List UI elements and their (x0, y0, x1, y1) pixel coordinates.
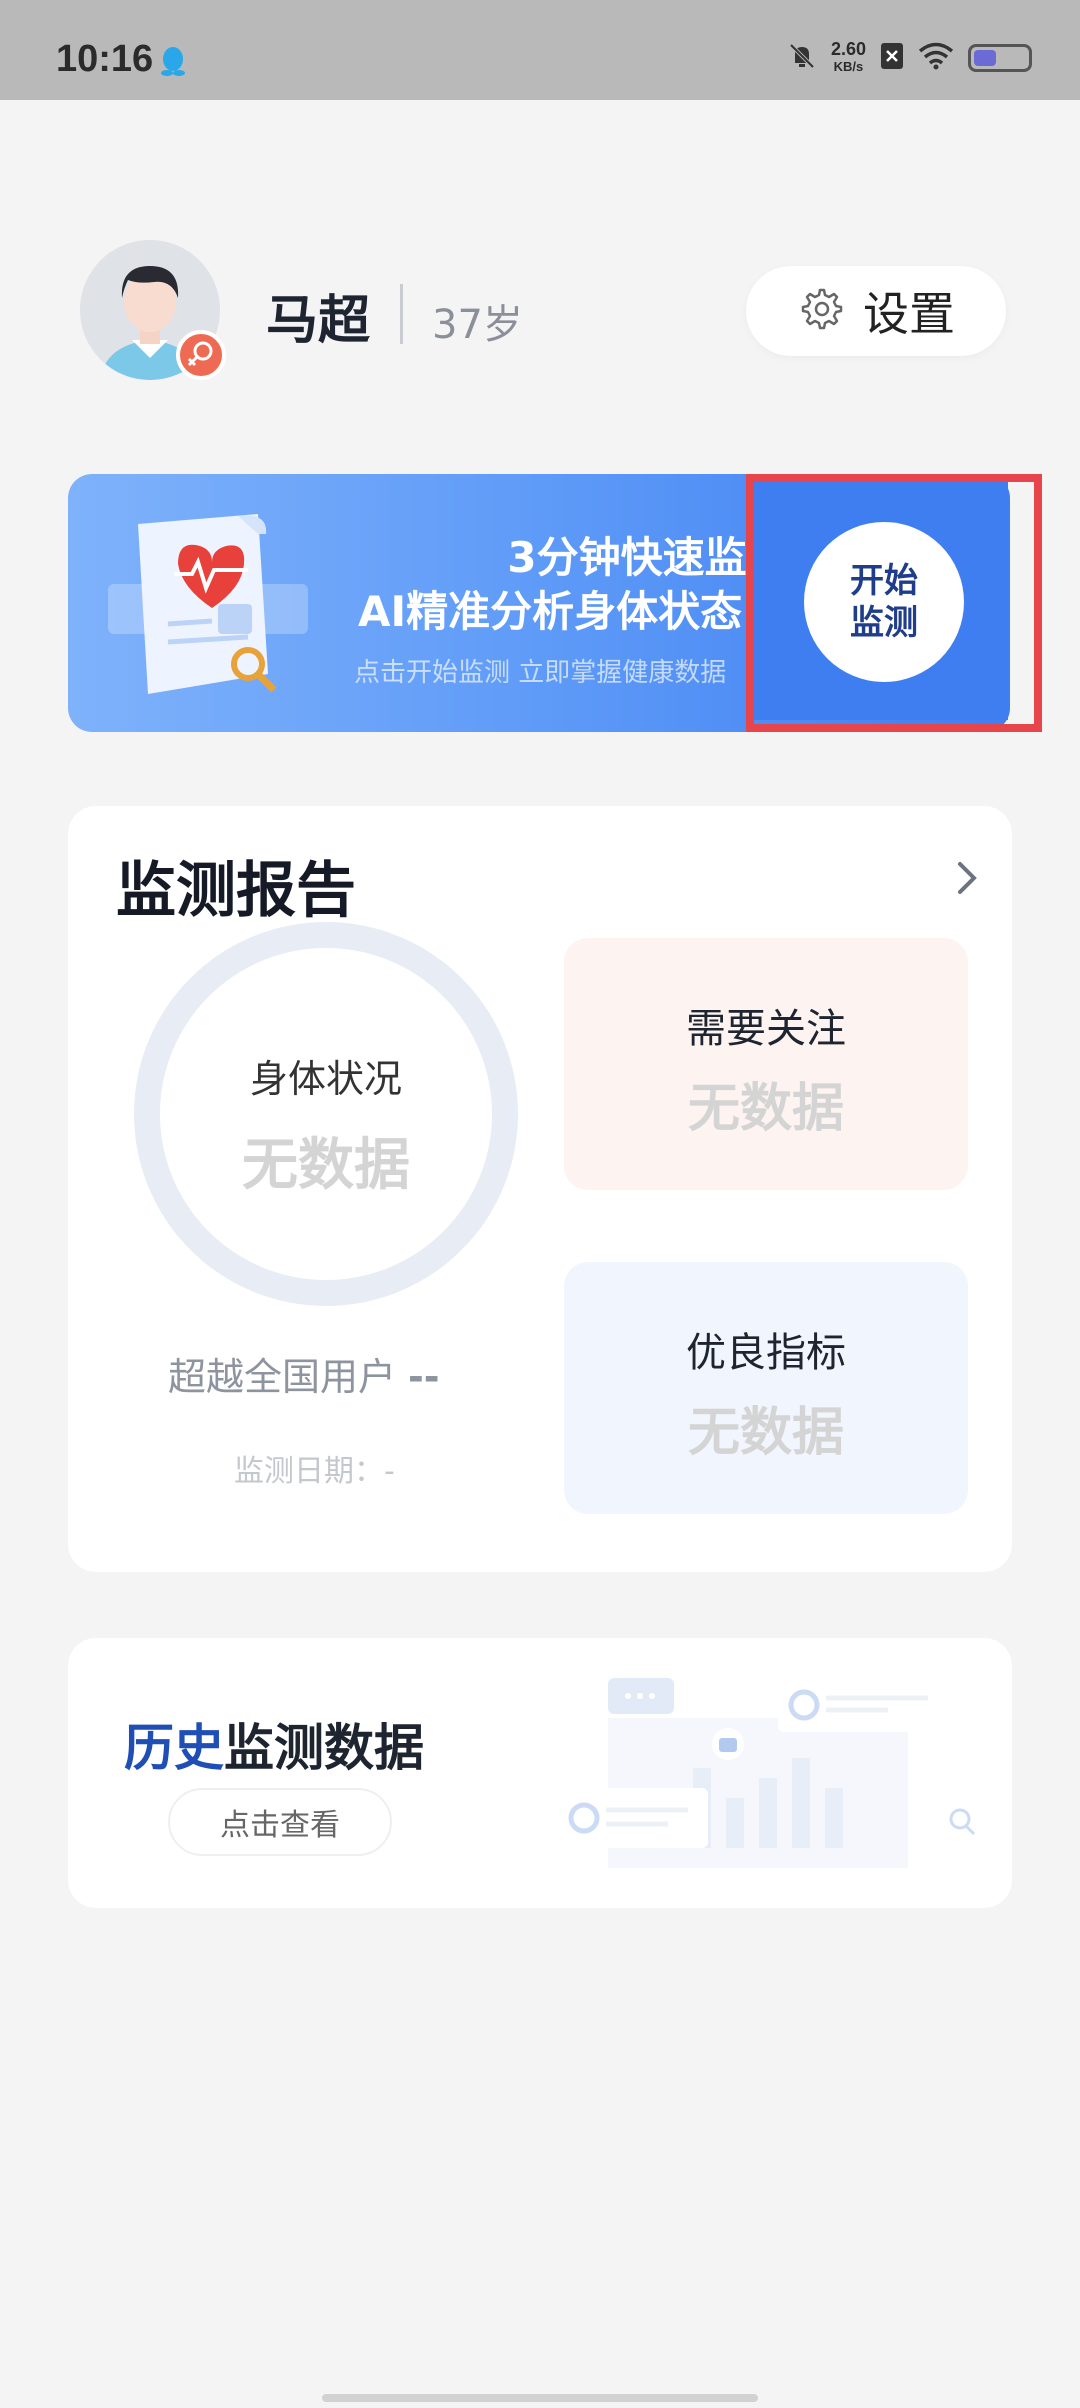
history-card[interactable]: 历史监测数据 点击查看 (68, 1638, 1012, 1908)
attention-value: 无数据 (687, 1079, 844, 1139)
user-name: 马超 (266, 291, 371, 351)
report-title: 监测报告 (116, 856, 356, 926)
network-speed: 2.60 KB/s (831, 40, 866, 76)
good-indicators-tile[interactable]: 优良指标 无数据 (564, 1262, 968, 1514)
history-title-rest: 监测数据 (224, 1719, 424, 1777)
status-time: 10:16 (56, 38, 154, 80)
exceed-users: 超越全国用户 -- (168, 1346, 440, 1401)
body-status-label: 身体状况 (249, 1057, 402, 1101)
history-illustration (528, 1678, 988, 1882)
history-title: 历史监测数据 (124, 1708, 424, 1780)
gear-icon (797, 286, 843, 336)
view-history-button[interactable]: 点击查看 (168, 1788, 392, 1856)
attention-tile[interactable]: 需要关注 无数据 (564, 938, 968, 1190)
user-age: 37岁 (432, 302, 523, 348)
good-value: 无数据 (687, 1403, 844, 1463)
body-status-ring: 身体状况 无数据 (134, 922, 518, 1306)
mute-icon (787, 41, 817, 75)
wifi-icon (918, 42, 954, 74)
exceed-value: -- (408, 1355, 440, 1399)
sim-x-icon (880, 42, 904, 74)
speed-unit: KB/s (833, 59, 864, 74)
profile-divider (400, 284, 403, 344)
report-document-icon (108, 504, 308, 718)
settings-label: 设置 (863, 287, 955, 341)
monitor-date: 监测日期：- (234, 1454, 395, 1489)
speed-value: 2.60 (830, 39, 866, 59)
battery-icon (968, 44, 1032, 72)
qq-icon (160, 46, 186, 80)
chevron-right-icon[interactable] (956, 856, 978, 907)
good-label: 优良指标 (686, 1330, 846, 1376)
attention-label: 需要关注 (686, 1006, 846, 1052)
highlight-box (746, 474, 1042, 732)
female-gender-icon (176, 330, 226, 380)
report-card[interactable]: 监测报告 身体状况 无数据 超越全国用户 -- 监测日期：- 需要关注 无数据 优… (68, 806, 1012, 1572)
banner-line3: 点击开始监测 立即掌握健康数据 (354, 658, 727, 688)
exceed-label: 超越全国用户 (168, 1355, 397, 1399)
history-title-highlight: 历史 (124, 1719, 224, 1777)
home-indicator[interactable] (322, 2394, 758, 2402)
settings-button[interactable]: 设置 (746, 266, 1006, 356)
body-status-value: 无数据 (242, 1133, 410, 1198)
status-bar: 10:16 2.60 KB/s (0, 0, 1080, 100)
